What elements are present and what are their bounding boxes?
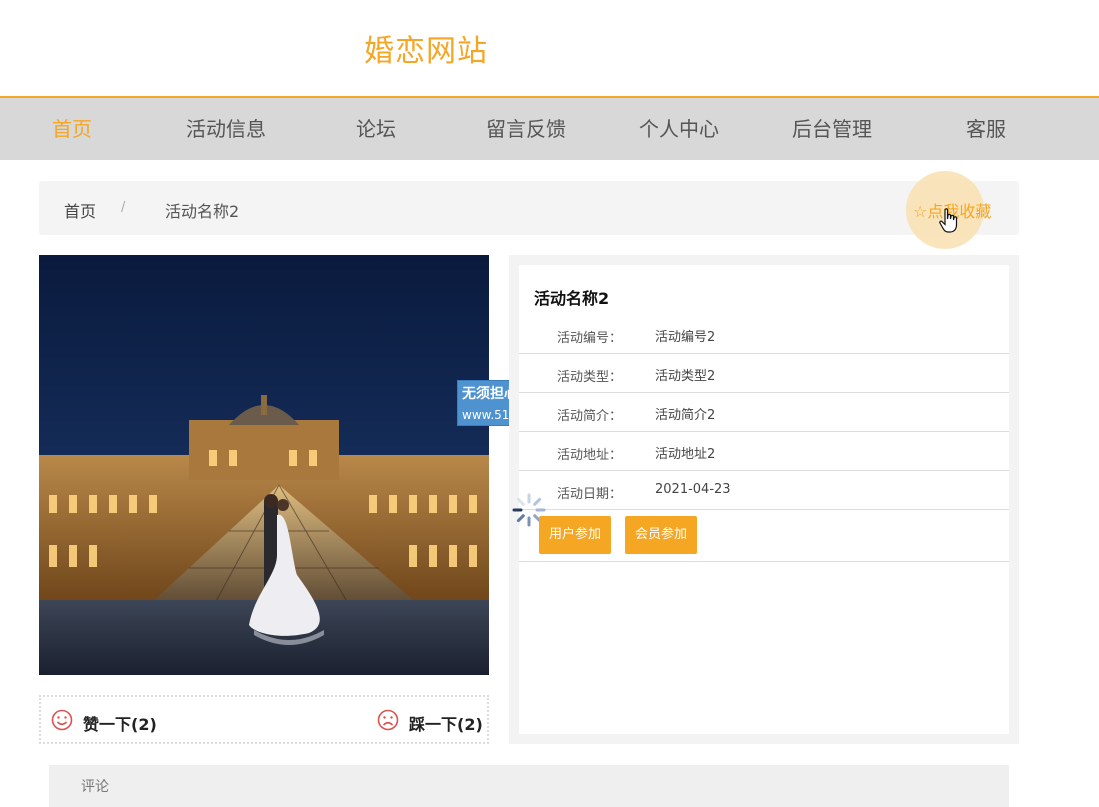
wedding-photo-image xyxy=(39,255,489,675)
info-row-intro: 活动简介： 活动简介2 xyxy=(519,393,1009,432)
nav-item-home[interactable]: 首页 xyxy=(32,98,112,160)
hand-cursor-icon xyxy=(939,208,958,233)
nav-item-activities[interactable]: 活动信息 xyxy=(176,98,276,160)
info-label: 活动类型： xyxy=(557,370,623,385)
nav-item-profile[interactable]: 个人中心 xyxy=(629,98,729,160)
info-value: 活动类型2 xyxy=(655,369,716,384)
nav-item-service[interactable]: 客服 xyxy=(956,98,1016,160)
like-bar: 赞一下(2) 踩一下(2) xyxy=(39,695,489,744)
like-button[interactable]: 赞一下(2) xyxy=(83,711,157,735)
info-value: 2021-04-23 xyxy=(655,482,731,497)
breadcrumb-current: 活动名称2 xyxy=(165,202,240,221)
info-label: 活动日期： xyxy=(557,487,623,502)
nav-item-forum[interactable]: 论坛 xyxy=(346,98,406,160)
nav-item-feedback[interactable]: 留言反馈 xyxy=(476,98,576,160)
activity-title: 活动名称2 xyxy=(534,289,610,308)
header: 婚恋网站 xyxy=(0,0,1099,96)
member-join-button[interactable]: 会员参加 xyxy=(625,516,698,554)
user-join-button[interactable]: 用户参加 xyxy=(539,516,612,554)
comment-label: 评论 xyxy=(81,779,109,795)
star-outline-icon: ☆ xyxy=(913,202,928,221)
activity-info-panel: 活动名称2 活动编号： 活动编号2 活动类型： 活动类型2 活动简介： 活动简介… xyxy=(509,255,1019,744)
site-title[interactable]: 婚恋网站 xyxy=(364,26,488,70)
frown-icon[interactable] xyxy=(377,709,399,731)
info-value: 活动简介2 xyxy=(655,408,716,423)
info-value: 活动编号2 xyxy=(655,330,716,345)
breadcrumb-separator: / xyxy=(121,200,126,215)
info-label: 活动地址： xyxy=(557,448,623,463)
breadcrumb-home[interactable]: 首页 xyxy=(64,198,96,222)
info-label: 活动简介： xyxy=(557,409,623,424)
info-row-date: 活动日期： 2021-04-23 xyxy=(519,471,1009,510)
nav-item-admin[interactable]: 后台管理 xyxy=(782,98,882,160)
info-value: 活动地址2 xyxy=(655,447,716,462)
comment-section-header: 评论 xyxy=(49,765,1009,807)
info-row-address: 活动地址： 活动地址2 xyxy=(519,432,1009,471)
breadcrumb: 首页 / 活动名称2 ☆点我收藏 xyxy=(39,171,1019,249)
activity-photo xyxy=(39,255,489,675)
info-label: 活动编号： xyxy=(557,331,623,346)
dislike-button[interactable]: 踩一下(2) xyxy=(409,711,483,735)
info-row-type: 活动类型： 活动类型2 xyxy=(519,354,1009,393)
favorite-label: 点我收藏 xyxy=(927,202,992,221)
main-nav: 首页 活动信息 论坛 留言反馈 个人中心 后台管理 客服 xyxy=(0,96,1099,160)
activity-info-card: 活动名称2 活动编号： 活动编号2 活动类型： 活动类型2 活动简介： 活动简介… xyxy=(512,265,1009,734)
smile-icon[interactable] xyxy=(51,709,73,731)
action-buttons: 用户参加 会员参加 xyxy=(512,493,1009,562)
info-row-number: 活动编号： 活动编号2 xyxy=(519,315,1009,354)
